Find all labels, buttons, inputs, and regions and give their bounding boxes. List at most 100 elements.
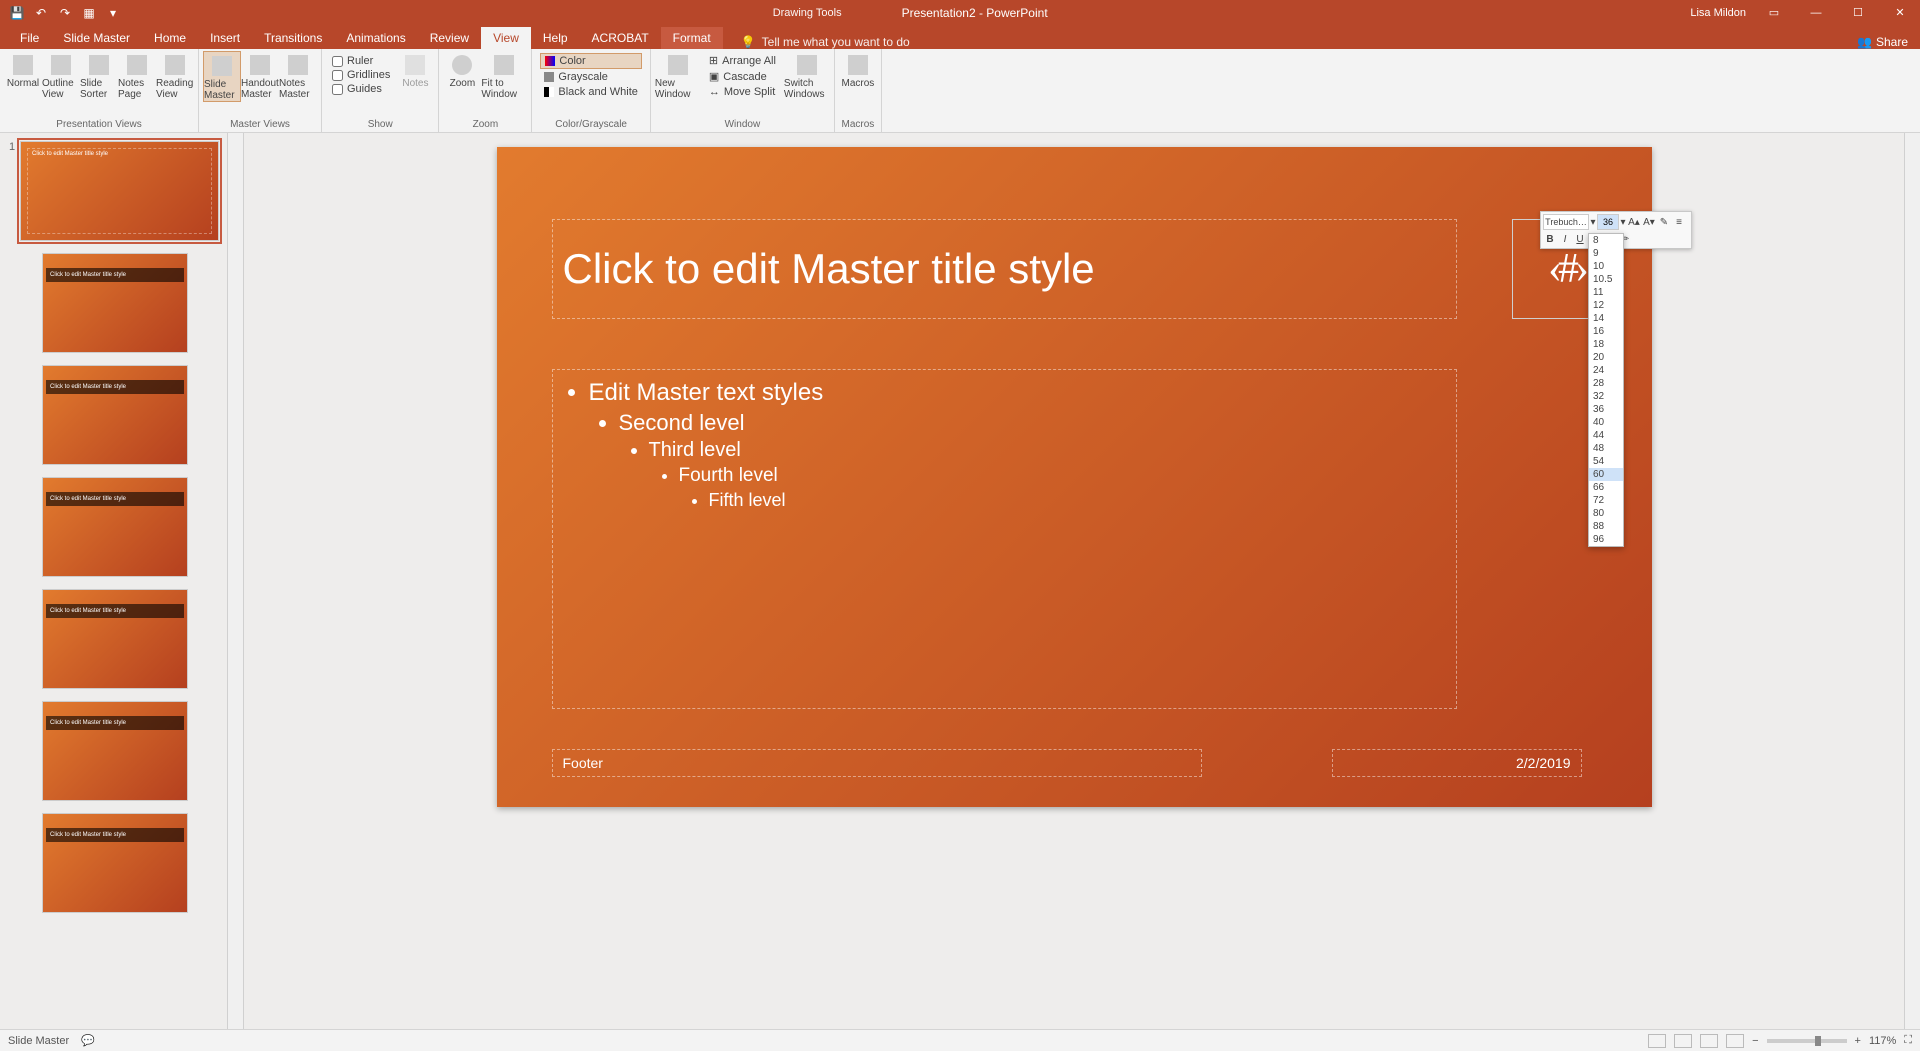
grayscale-button[interactable]: Grayscale xyxy=(540,70,641,84)
notes-master-button[interactable]: Notes Master xyxy=(279,51,317,100)
zoom-level[interactable]: 117% xyxy=(1869,1035,1896,1047)
normal-view-button[interactable]: Normal xyxy=(4,51,42,89)
format-painter-icon[interactable]: ✎ xyxy=(1657,214,1671,230)
zoom-in-button[interactable]: + xyxy=(1855,1035,1861,1047)
tell-me-search[interactable]: 💡 Tell me what you want to do xyxy=(741,35,910,49)
font-size-option[interactable]: 72 xyxy=(1589,494,1623,507)
tab-home[interactable]: Home xyxy=(142,27,198,49)
handout-master-button[interactable]: Handout Master xyxy=(241,51,279,100)
arrange-all-button[interactable]: ⊞Arrange All xyxy=(705,53,780,68)
tab-help[interactable]: Help xyxy=(531,27,580,49)
comments-icon[interactable]: 💬 xyxy=(81,1034,95,1047)
font-size-option[interactable]: 14 xyxy=(1589,312,1623,325)
layout-thumbnail-4[interactable]: Click to edit Master title style xyxy=(42,589,188,689)
layout-thumbnail-3[interactable]: Click to edit Master title style xyxy=(42,477,188,577)
font-size-combo[interactable]: 36 xyxy=(1597,214,1619,230)
font-size-option[interactable]: 28 xyxy=(1589,377,1623,390)
font-size-option[interactable]: 16 xyxy=(1589,325,1623,338)
zoom-slider[interactable] xyxy=(1767,1039,1847,1043)
slide-sorter-button[interactable]: Slide Sorter xyxy=(80,51,118,100)
user-name[interactable]: Lisa Mildon xyxy=(1690,7,1746,19)
tab-view[interactable]: View xyxy=(481,27,531,49)
font-family-dropdown-icon[interactable]: ▾ xyxy=(1590,214,1596,230)
fit-to-window-icon[interactable]: ⛶ xyxy=(1904,1034,1912,1047)
layout-thumbnail-5[interactable]: Click to edit Master title style xyxy=(42,701,188,801)
ruler-checkbox[interactable]: Ruler xyxy=(332,55,390,67)
font-size-option[interactable]: 20 xyxy=(1589,351,1623,364)
undo-icon[interactable]: ↶ xyxy=(32,4,50,22)
font-size-option[interactable]: 9 xyxy=(1589,247,1623,260)
macros-button[interactable]: Macros xyxy=(839,51,877,89)
splitter[interactable] xyxy=(228,133,244,1029)
tab-insert[interactable]: Insert xyxy=(198,27,252,49)
body-placeholder[interactable]: Edit Master text styles Second level Thi… xyxy=(552,369,1457,709)
font-size-option[interactable]: 40 xyxy=(1589,416,1623,429)
font-size-dropdown[interactable]: 891010.511121416182024283236404448546066… xyxy=(1588,233,1624,547)
date-placeholder[interactable]: 2/2/2019 xyxy=(1332,749,1582,777)
sorter-view-icon[interactable] xyxy=(1674,1034,1692,1048)
font-size-option[interactable]: 96 xyxy=(1589,533,1623,546)
layout-thumbnail-1[interactable]: Click to edit Master title style xyxy=(42,253,188,353)
notes-button[interactable]: Notes xyxy=(396,51,434,89)
font-size-option[interactable]: 66 xyxy=(1589,481,1623,494)
reading-view-icon[interactable] xyxy=(1700,1034,1718,1048)
tab-slide-master[interactable]: Slide Master xyxy=(51,27,142,49)
vertical-scrollbar[interactable] xyxy=(1904,133,1920,1029)
font-size-option[interactable]: 10 xyxy=(1589,260,1623,273)
share-button[interactable]: 👥 Share xyxy=(1857,35,1908,49)
minimize-icon[interactable]: — xyxy=(1802,7,1830,19)
guides-checkbox[interactable]: Guides xyxy=(332,83,390,95)
font-size-option[interactable]: 18 xyxy=(1589,338,1623,351)
italic-button[interactable]: I xyxy=(1558,231,1572,247)
increase-font-icon[interactable]: A▴ xyxy=(1627,214,1641,230)
gridlines-checkbox[interactable]: Gridlines xyxy=(332,69,390,81)
zoom-button[interactable]: Zoom xyxy=(443,51,481,89)
font-size-option[interactable]: 8 xyxy=(1589,234,1623,247)
title-placeholder[interactable]: Click to edit Master title style xyxy=(552,219,1457,319)
tab-transitions[interactable]: Transitions xyxy=(252,27,334,49)
master-slide[interactable]: Click to edit Master title style ‹#› Edi… xyxy=(497,147,1652,807)
tab-animations[interactable]: Animations xyxy=(334,27,417,49)
font-size-option[interactable]: 11 xyxy=(1589,286,1623,299)
reading-view-button[interactable]: Reading View xyxy=(156,51,194,100)
tab-review[interactable]: Review xyxy=(418,27,481,49)
save-icon[interactable]: 💾 xyxy=(8,4,26,22)
ribbon-display-options-icon[interactable]: ▭ xyxy=(1760,6,1788,19)
qat-customize-icon[interactable]: ▾ xyxy=(104,4,122,22)
notes-page-button[interactable]: Notes Page xyxy=(118,51,156,100)
font-size-option[interactable]: 60 xyxy=(1589,468,1623,481)
new-window-button[interactable]: New Window xyxy=(655,51,701,100)
redo-icon[interactable]: ↷ xyxy=(56,4,74,22)
tab-format[interactable]: Format xyxy=(661,27,723,49)
color-button[interactable]: Color xyxy=(540,53,641,69)
font-family-combo[interactable]: Trebuch… xyxy=(1543,214,1589,230)
master-thumbnail[interactable]: Click to edit Master title style xyxy=(20,141,219,241)
font-size-option[interactable]: 32 xyxy=(1589,390,1623,403)
maximize-icon[interactable]: ☐ xyxy=(1844,6,1872,19)
slide-master-button[interactable]: Slide Master xyxy=(203,51,241,102)
font-size-option[interactable]: 10.5 xyxy=(1589,273,1623,286)
outline-view-button[interactable]: Outline View xyxy=(42,51,80,100)
close-icon[interactable]: ✕ xyxy=(1886,6,1914,19)
footer-placeholder[interactable]: Footer xyxy=(552,749,1202,777)
font-size-dropdown-icon[interactable]: ▾ xyxy=(1620,214,1626,230)
zoom-out-button[interactable]: − xyxy=(1752,1035,1758,1047)
tab-acrobat[interactable]: ACROBAT xyxy=(580,27,661,49)
slideshow-view-icon[interactable] xyxy=(1726,1034,1744,1048)
start-from-beginning-icon[interactable]: ▦ xyxy=(80,4,98,22)
black-white-button[interactable]: Black and White xyxy=(540,85,641,99)
font-size-option[interactable]: 12 xyxy=(1589,299,1623,312)
normal-view-icon[interactable] xyxy=(1648,1034,1666,1048)
font-size-option[interactable]: 44 xyxy=(1589,429,1623,442)
move-split-button[interactable]: ↔Move Split xyxy=(705,85,780,99)
layout-thumbnail-6[interactable]: Click to edit Master title style xyxy=(42,813,188,913)
font-size-option[interactable]: 54 xyxy=(1589,455,1623,468)
font-size-option[interactable]: 36 xyxy=(1589,403,1623,416)
cascade-button[interactable]: ▣Cascade xyxy=(705,69,780,84)
font-size-option[interactable]: 48 xyxy=(1589,442,1623,455)
bullets-icon[interactable]: ≡ xyxy=(1672,214,1686,230)
thumbnail-pane[interactable]: 1 Click to edit Master title style Click… xyxy=(0,133,228,1029)
decrease-font-icon[interactable]: A▾ xyxy=(1642,214,1656,230)
bold-button[interactable]: B xyxy=(1543,231,1557,247)
tab-file[interactable]: File xyxy=(8,27,51,49)
